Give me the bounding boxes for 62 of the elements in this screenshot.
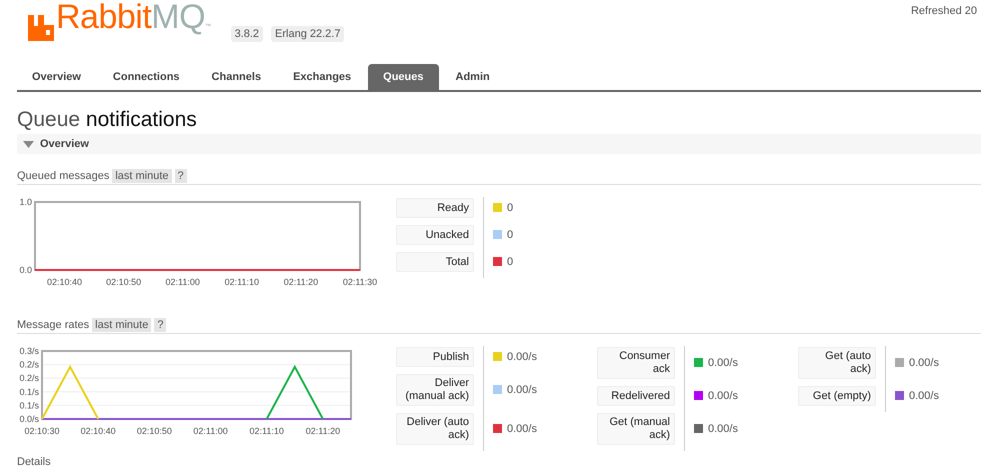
legend-label: Get (empty) (798, 386, 876, 406)
nav-tab[interactable]: Overview (17, 64, 96, 90)
y-tick-label: 0.0 (19, 265, 32, 275)
legend-label: Ready (396, 198, 474, 218)
legend-label: Consumer ack (597, 347, 675, 379)
x-tick-label: 02:11:00 (193, 426, 228, 436)
panel-title: Queued messages (17, 170, 110, 182)
logo-mark-icon (28, 15, 54, 41)
refreshed-text: Refreshed 20 (910, 5, 977, 17)
section-title: Details (17, 456, 52, 468)
y-tick-label: 0.1/s (19, 400, 39, 410)
legend-label: Get (manual ack) (597, 413, 675, 445)
panel-title: Message rates (17, 318, 90, 330)
legend-value: 0 (507, 256, 514, 268)
version-badge: 3.8.2 (230, 26, 264, 42)
x-tick-label: 02:10:30 (24, 426, 60, 436)
version-badge: Erlang 22.2.7 (271, 26, 344, 42)
legend-label: Get (auto ack) (798, 347, 876, 379)
x-tick-label: 02:10:40 (80, 426, 116, 436)
x-tick-label: 02:10:50 (106, 277, 142, 287)
legend-label: Redelivered (597, 386, 675, 406)
legend-value: 0.00/s (909, 390, 939, 402)
help-button[interactable]: ? (154, 318, 166, 332)
legend-value: 0.00/s (708, 422, 738, 434)
range-selector[interactable]: last minute (92, 318, 152, 332)
legend-value: 0.00/s (507, 422, 537, 434)
x-tick-label: 02:11:10 (250, 426, 284, 436)
legend-label: Unacked (396, 225, 474, 245)
page-title: Queue notifications (17, 108, 198, 132)
legend-label: Total (396, 252, 474, 272)
y-tick-label: 0.1/s (19, 386, 39, 397)
x-tick-label: 02:11:20 (306, 426, 340, 436)
y-tick-label: 1.0 (19, 197, 32, 207)
range-selector[interactable]: last minute (112, 168, 172, 182)
legend-value: 0.00/s (708, 390, 738, 402)
y-tick-label: 0.3/s (19, 346, 39, 356)
x-tick-label: 02:11:00 (166, 277, 200, 287)
nav-tab[interactable]: Exchanges (278, 64, 366, 90)
x-tick-label: 02:10:40 (47, 277, 82, 287)
legend-label: Deliver (auto ack) (396, 413, 474, 445)
nav-tab[interactable]: Queues (368, 64, 439, 90)
legend-label: Publish (396, 347, 474, 367)
legend-label: Deliver (manual ack) (396, 374, 474, 406)
nav-tab[interactable]: Connections (98, 64, 195, 90)
triangle-icon[interactable] (23, 140, 34, 148)
x-tick-label: 02:11:10 (224, 277, 259, 287)
legend-value: 0 (507, 228, 514, 240)
section-title[interactable]: Overview (40, 138, 89, 150)
nav-tab[interactable]: Channels (196, 64, 276, 90)
help-button[interactable]: ? (174, 168, 187, 182)
legend-value: 0.00/s (507, 350, 537, 362)
x-tick-label: 02:10:50 (136, 426, 172, 436)
y-tick-label: 0.2/s (19, 360, 39, 370)
legend-value: 0.00/s (507, 384, 537, 396)
x-tick-label: 02:11:30 (342, 277, 378, 287)
y-tick-label: 0.0/s (19, 414, 39, 424)
legend-value: 0 (507, 202, 514, 214)
legend-value: 0.00/s (909, 356, 939, 368)
y-tick-label: 0.2/s (19, 373, 39, 384)
legend-value: 0.00/s (708, 356, 738, 368)
x-tick-label: 02:11:20 (284, 277, 318, 287)
nav-tab[interactable]: Admin (440, 64, 505, 90)
